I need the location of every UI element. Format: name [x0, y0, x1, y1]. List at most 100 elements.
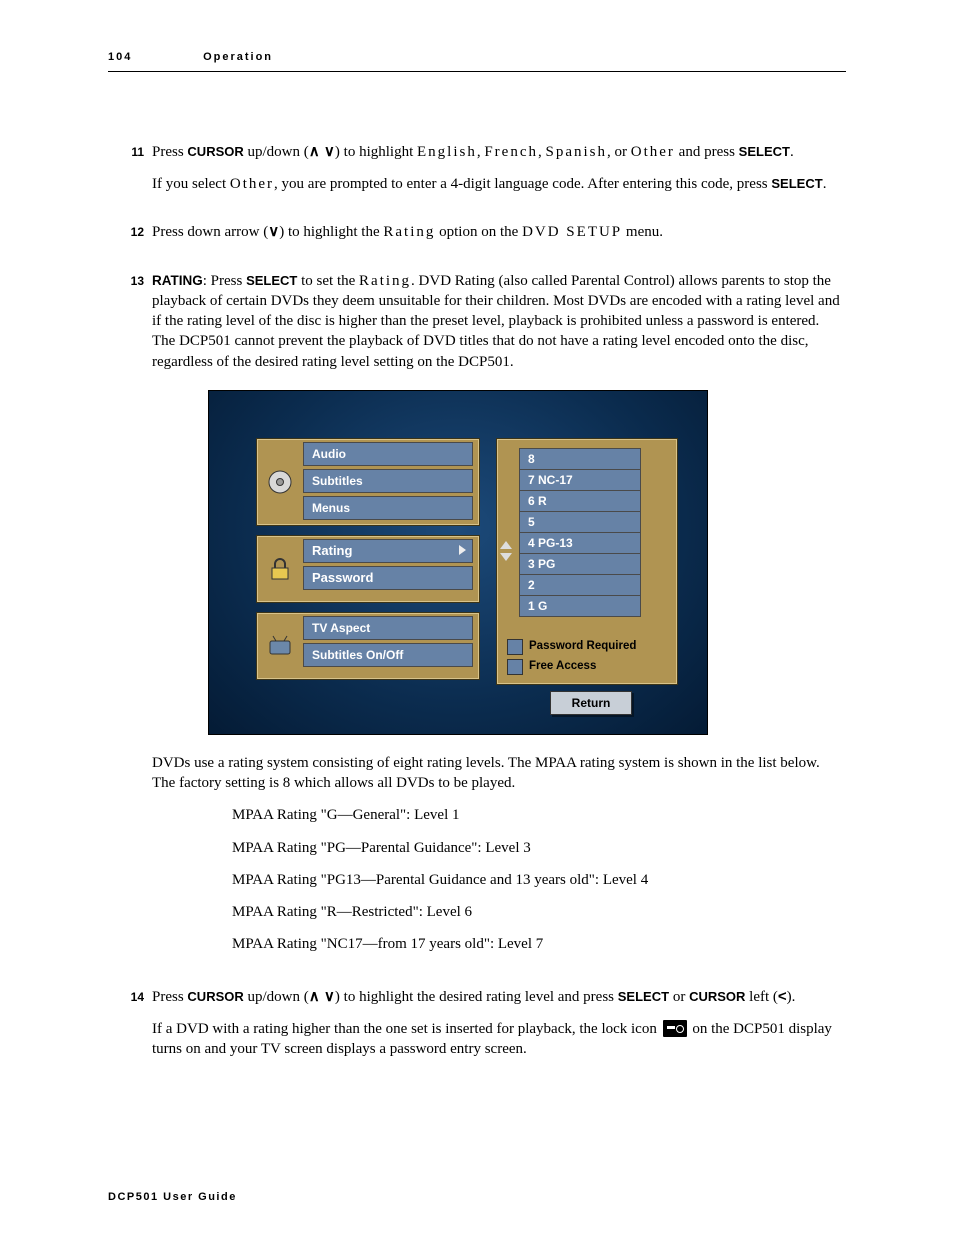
button-ref: SELECT: [246, 273, 297, 288]
step-body: Press CURSOR up/down (∧ ∨) to highlight …: [152, 142, 846, 207]
step-14: 14 Press CURSOR up/down (∧ ∨) to highlig…: [108, 987, 846, 1072]
option-other: Other: [631, 144, 675, 160]
button-ref: CURSOR: [187, 144, 243, 159]
text: , or: [607, 144, 631, 160]
chevron-right-icon: [459, 545, 466, 555]
menu-subtitles[interactable]: Subtitles: [303, 469, 473, 493]
legend-box-icon: [507, 659, 523, 675]
arrow-icons: ∧ ∨: [309, 143, 335, 160]
text: .: [790, 144, 794, 160]
text: DVDs use a rating system consisting of e…: [152, 753, 846, 794]
menu-rating[interactable]: Rating: [303, 539, 473, 563]
disc-icon: [267, 469, 293, 495]
text: Press down arrow (: [152, 224, 268, 240]
rating-level[interactable]: 4 PG-13: [520, 532, 640, 553]
button-ref: SELECT: [618, 989, 669, 1004]
list-item: MPAA Rating "PG13—Parental Guidance and …: [232, 870, 846, 890]
page-header: 104 Operation: [108, 50, 846, 72]
rating-level[interactable]: 8: [520, 449, 640, 469]
text: ) to highlight the desired rating level …: [335, 989, 618, 1005]
rating-level[interactable]: 2: [520, 574, 640, 595]
menu-label: Rating: [312, 543, 352, 558]
option-other: Other: [230, 176, 274, 192]
list-item: MPAA Rating "PG—Parental Guidance": Leve…: [232, 838, 846, 858]
rating-level[interactable]: 3 PG: [520, 553, 640, 574]
step-number: 13: [108, 271, 144, 289]
legend-row: Free Access: [507, 659, 667, 675]
arrow-icon: <: [778, 988, 787, 1005]
legend-row: Password Required: [507, 639, 667, 655]
text: ,: [538, 144, 546, 160]
footer: DCP501 User Guide: [108, 1190, 237, 1205]
legend-label: Free Access: [529, 659, 596, 675]
text: up/down (: [244, 144, 309, 160]
text: or: [669, 989, 689, 1005]
step-13: 13 RATING: Press SELECT to set the Ratin…: [108, 271, 846, 971]
text: : Press: [203, 273, 246, 289]
menu-option: Rating: [359, 273, 411, 289]
button-ref: CURSOR: [689, 989, 745, 1004]
button-ref: CURSOR: [187, 989, 243, 1004]
menu-name: DVD SETUP: [522, 224, 622, 240]
rating-level[interactable]: 5: [520, 511, 640, 532]
mpaa-list: MPAA Rating "G—General": Level 1 MPAA Ra…: [232, 805, 846, 954]
menu-password[interactable]: Password: [303, 566, 473, 590]
page: 104 Operation 11 Press CURSOR up/down (∧…: [0, 0, 954, 1235]
button-ref: SELECT: [739, 144, 790, 159]
text: left (: [745, 989, 777, 1005]
text: .: [823, 176, 827, 192]
arrow-icons: ∧ ∨: [309, 988, 335, 1005]
list-item: MPAA Rating "NC17—from 17 years old": Le…: [232, 934, 846, 954]
rating-level[interactable]: 7 NC-17: [520, 469, 640, 490]
section-label: RATING: [152, 273, 203, 288]
lock-indicator-icon: [663, 1020, 687, 1037]
text: ).: [787, 989, 796, 1005]
legend-box-icon: [507, 639, 523, 655]
list-item: MPAA Rating "R—Restricted": Level 6: [232, 902, 846, 922]
panel-parental: Rating Password: [256, 535, 480, 603]
legend-label: Password Required: [529, 639, 636, 655]
rating-list: 8 7 NC-17 6 R 5 4 PG-13 3 PG 2 1 G: [519, 448, 641, 617]
text: If a DVD with a rating higher than the o…: [152, 1021, 661, 1037]
section-title: Operation: [203, 50, 273, 65]
option-french: French: [484, 144, 538, 160]
legend: Password Required Free Access: [507, 639, 667, 679]
text: to set the: [297, 273, 359, 289]
arrow-up-icon: [500, 541, 512, 549]
text: ) to highlight: [335, 144, 417, 160]
step-11: 11 Press CURSOR up/down (∧ ∨) to highlig…: [108, 142, 846, 207]
tv-icon: [267, 633, 293, 659]
text: Press: [152, 989, 187, 1005]
text: up/down (: [244, 989, 309, 1005]
menu-subtitles-onoff[interactable]: Subtitles On/Off: [303, 643, 473, 667]
text: ) to highlight the: [279, 224, 383, 240]
text: If you select: [152, 176, 230, 192]
list-item: MPAA Rating "G—General": Level 1: [232, 805, 846, 825]
arrow-icon: ∨: [268, 223, 279, 240]
text: option on the: [435, 224, 522, 240]
step-number: 11: [108, 142, 144, 160]
page-number: 104: [108, 50, 198, 65]
panel-display: TV Aspect Subtitles On/Off: [256, 612, 480, 680]
return-button[interactable]: Return: [550, 691, 632, 715]
rating-level[interactable]: 1 G: [520, 595, 640, 616]
step-number: 12: [108, 222, 144, 240]
step-body: RATING: Press SELECT to set the Rating. …: [152, 271, 846, 971]
dvd-setup-screenshot: Audio Subtitles Menus Rating Password: [208, 390, 708, 735]
text: menu.: [622, 224, 663, 240]
step-body: Press CURSOR up/down (∧ ∨) to highlight …: [152, 987, 846, 1072]
step-body: Press down arrow (∨) to highlight the Ra…: [152, 222, 846, 254]
menu-menus[interactable]: Menus: [303, 496, 473, 520]
text: , you are prompted to enter a 4-digit la…: [274, 176, 771, 192]
button-ref: SELECT: [771, 176, 822, 191]
panel-rating-list: 8 7 NC-17 6 R 5 4 PG-13 3 PG 2 1 G Passw…: [496, 438, 678, 685]
menu-audio[interactable]: Audio: [303, 442, 473, 466]
text: Press: [152, 144, 187, 160]
step-12: 12 Press down arrow (∨) to highlight the…: [108, 222, 846, 254]
arrow-down-icon: [500, 553, 512, 561]
option-english: English: [417, 144, 477, 160]
rating-level[interactable]: 6 R: [520, 490, 640, 511]
lock-icon: [267, 556, 293, 582]
panel-language: Audio Subtitles Menus: [256, 438, 480, 526]
menu-tvaspect[interactable]: TV Aspect: [303, 616, 473, 640]
